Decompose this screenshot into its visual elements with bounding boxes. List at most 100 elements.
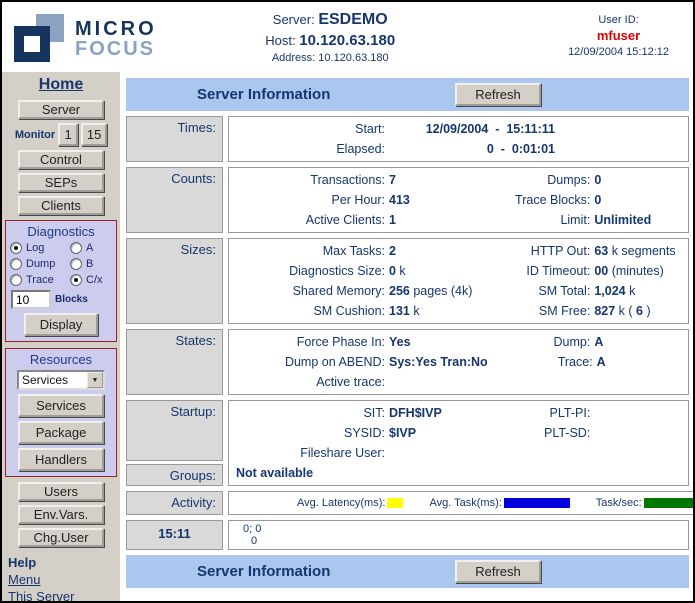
page-title-bottom: Server Information — [197, 563, 330, 580]
radio-log[interactable]: Log — [10, 242, 70, 254]
field-value-group: Yes — [385, 335, 411, 349]
chevron-down-icon[interactable]: ▼ — [87, 372, 103, 388]
field-label: Diagnostics Size: — [235, 264, 385, 278]
field-value: 0 — [594, 173, 601, 187]
radio-log-icon[interactable] — [10, 242, 22, 254]
field-line: Max Tasks:2HTTP Out:63 k segments — [235, 241, 682, 261]
monitor-label: Monitor — [15, 129, 55, 141]
field-label: Active trace: — [235, 375, 385, 389]
refresh-button-top[interactable]: Refresh — [455, 83, 541, 106]
services-button[interactable]: Services — [18, 394, 104, 417]
field-value-group: 0 k — [385, 264, 406, 278]
field-line: Shared Memory:256 pages (4k)SM Total:1,0… — [235, 281, 682, 301]
handlers-button[interactable]: Handlers — [18, 448, 104, 471]
field-value-group: A — [590, 335, 603, 349]
field-value: ) — [643, 304, 651, 318]
radio-log-label: Log — [26, 242, 44, 254]
radio-a-icon[interactable] — [70, 242, 82, 254]
field-value: $IVP — [389, 426, 416, 440]
field-value: (minutes) — [608, 264, 664, 278]
row-states-content: Force Phase In:YesDump:ADump on ABEND:Sy… — [228, 329, 689, 395]
display-button[interactable]: Display — [24, 313, 98, 336]
field-value: k — [626, 284, 636, 298]
home-link[interactable]: Home — [39, 76, 83, 94]
field-label: Dump on ABEND: — [235, 355, 385, 369]
package-button[interactable]: Package — [18, 421, 104, 444]
radio-dump[interactable]: Dump — [10, 258, 70, 270]
field-value: 6 — [636, 304, 643, 318]
field-value-group: 12/09/2004 - 15:11:11 — [385, 122, 555, 136]
field-value-group: 63 k segments — [590, 244, 675, 258]
field-value: 1 — [389, 213, 396, 227]
radio-cx[interactable]: C/x — [70, 274, 112, 286]
radio-trace[interactable]: Trace — [10, 274, 70, 286]
row-counts-content: Transactions:7Dumps:0Per Hour:413Trace B… — [228, 167, 689, 233]
body: Home Server Monitor 1 15 Control SEPs Cl… — [2, 72, 693, 601]
server-name: ESDEMO — [318, 11, 387, 28]
control-button[interactable]: Control — [18, 150, 104, 169]
radio-trace-icon[interactable] — [10, 274, 22, 286]
avg-latency-swatch — [387, 498, 403, 508]
logo-text: MICRO FOCUS — [75, 17, 157, 59]
activity-legend: Avg. Latency(ms):Avg. Task(ms):Task/sec: — [297, 494, 693, 512]
field-label: SIT: — [235, 406, 385, 420]
row-startup: Startup:Groups:SIT:DFH$IVPPLT-PI:SYSID:$… — [126, 400, 689, 486]
field-value: A — [594, 335, 603, 349]
radio-b-icon[interactable] — [70, 258, 82, 270]
states-label: States: — [126, 329, 223, 395]
envvars-button[interactable]: Env.Vars. — [18, 505, 104, 524]
logo-square-dark — [14, 26, 50, 62]
radio-a[interactable]: A — [70, 242, 112, 254]
field-label: Trace Blocks: — [485, 193, 590, 207]
resources-select-value: Services — [19, 373, 87, 387]
field-line: Active Clients:1Limit:Unlimited — [235, 210, 682, 230]
monitor-1-button[interactable]: 1 — [58, 123, 78, 146]
users-button[interactable]: Users — [18, 482, 104, 501]
field-value: 0 - 0:01:01 — [487, 142, 555, 156]
clients-button[interactable]: Clients — [18, 196, 104, 215]
field-value-group: 1,024 k — [590, 284, 635, 298]
this-server-link[interactable]: This Server — [8, 589, 74, 601]
resources-select[interactable]: Services ▼ — [17, 370, 105, 390]
radio-dump-icon[interactable] — [10, 258, 22, 270]
radio-b[interactable]: B — [70, 258, 112, 270]
field-label: HTTP Out: — [485, 244, 590, 258]
info-rows: Times:Start:12/09/2004 - 15:11:11Elapsed… — [126, 116, 689, 555]
row-startup-labels: Startup:Groups: — [126, 400, 223, 486]
sizes-label: Sizes: — [126, 238, 223, 324]
server-label: Server: — [273, 12, 315, 27]
field-value: 2 — [389, 244, 396, 258]
field-value: 63 — [594, 244, 608, 258]
history-value: 0 — [235, 535, 682, 547]
field-label: Force Phase In: — [235, 335, 385, 349]
field-value: 827 — [594, 304, 615, 318]
monitor-15-button[interactable]: 15 — [81, 123, 107, 146]
radio-trace-label: Trace — [26, 274, 54, 286]
server-information-header-bottom: Server Information Refresh — [126, 555, 689, 588]
radio-cx-icon[interactable] — [70, 274, 82, 286]
header-server-info: Server: ESDEMO Host: 10.120.63.180 Addre… — [265, 11, 395, 64]
micro-focus-logo: MICRO FOCUS — [12, 12, 157, 64]
row-counts: Counts:Transactions:7Dumps:0Per Hour:413… — [126, 167, 689, 233]
field-value-group: 413 — [385, 193, 410, 207]
blocks-input[interactable] — [11, 290, 51, 309]
server-button[interactable]: Server — [18, 100, 104, 119]
seps-button[interactable]: SEPs — [18, 173, 104, 192]
field-value-group: 1 — [385, 213, 396, 227]
field-value-group: Sys:Yes Tran:No — [385, 355, 488, 369]
field-label: Per Hour: — [235, 193, 385, 207]
history-label: 15:11 — [126, 520, 223, 550]
refresh-button-bottom[interactable]: Refresh — [455, 560, 541, 583]
field-value: k — [410, 304, 420, 318]
resources-panel: Resources Services ▼ Services Package Ha… — [5, 348, 117, 477]
micro-focus-logo-icon — [12, 12, 68, 64]
field-label: SM Total: — [485, 284, 590, 298]
radio-b-label: B — [86, 258, 93, 270]
radio-cx-label: C/x — [86, 274, 103, 286]
menu-link[interactable]: Menu — [8, 572, 41, 587]
chguser-button[interactable]: Chg.User — [18, 528, 104, 547]
blocks-row: Blocks — [11, 290, 88, 309]
startup-label: Startup: — [126, 400, 223, 461]
page-title: Server Information — [197, 86, 330, 103]
field-value: pages (4k) — [410, 284, 473, 298]
